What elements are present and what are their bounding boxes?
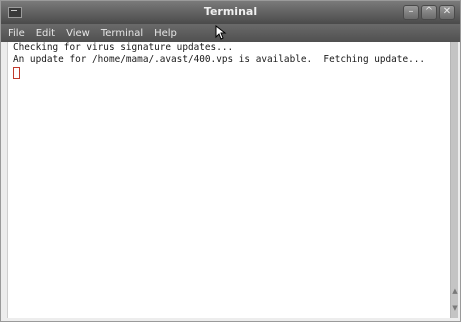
mouse-pointer-icon — [215, 24, 227, 40]
menu-edit[interactable]: Edit — [31, 28, 60, 39]
close-button[interactable]: ✕ — [439, 5, 455, 20]
text-cursor — [13, 67, 20, 79]
terminal-output-area[interactable]: Checking for virus signature updates... … — [7, 42, 453, 318]
scroll-down-icon[interactable]: ▼ — [451, 304, 459, 312]
scroll-up-icon[interactable]: ▲ — [451, 287, 459, 295]
menu-terminal[interactable]: Terminal — [96, 28, 148, 39]
close-icon: ✕ — [442, 6, 452, 17]
maximize-button[interactable]: ^ — [421, 5, 437, 20]
minimize-icon: – — [408, 6, 414, 17]
terminal-line: Checking for virus signature updates... — [13, 42, 234, 53]
vertical-scrollbar[interactable]: ▲ ▼ — [450, 42, 458, 318]
terminal-window: Terminal – ^ ✕ File Edit View Terminal H… — [0, 0, 461, 322]
window-controls: – ^ ✕ — [401, 5, 455, 20]
menu-help[interactable]: Help — [149, 28, 182, 39]
menu-view[interactable]: View — [61, 28, 95, 39]
terminal-line: An update for /home/mama/.avast/400.vps … — [13, 54, 426, 65]
maximize-icon: ^ — [424, 6, 434, 17]
menu-bar: File Edit View Terminal Help — [1, 24, 460, 42]
title-bar[interactable]: Terminal – ^ ✕ — [1, 1, 460, 24]
menu-file[interactable]: File — [3, 28, 30, 39]
window-title: Terminal — [203, 5, 258, 18]
minimize-button[interactable]: – — [403, 5, 419, 20]
